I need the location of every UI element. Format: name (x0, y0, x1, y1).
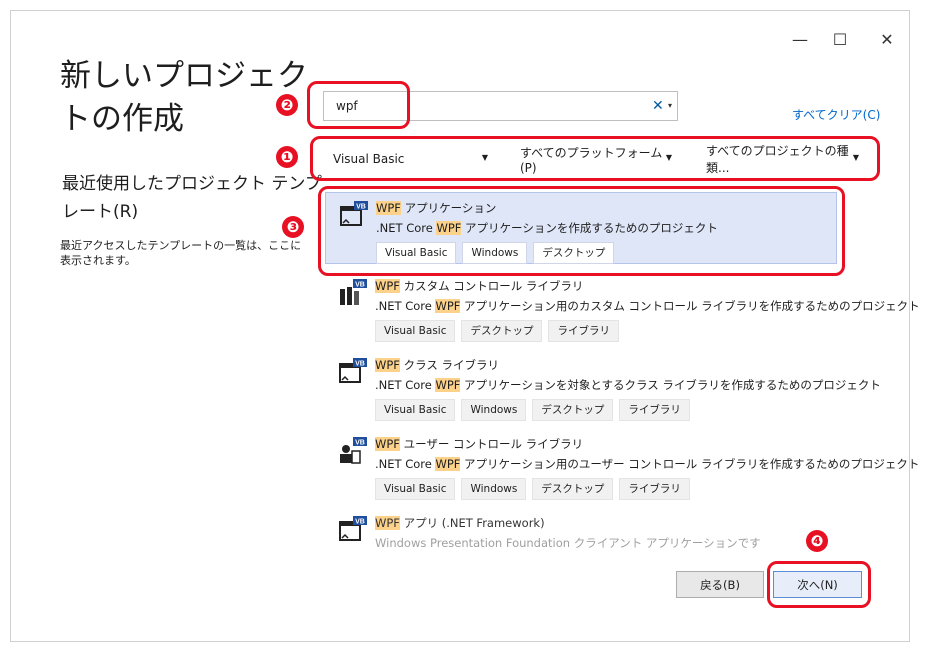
annotation-box-filters (310, 136, 880, 181)
annotation-box-search (307, 81, 410, 129)
template-description: .NET Core WPF アプリケーション用のカスタム コントロール ライブラ… (375, 299, 920, 313)
search-history-chevron-icon[interactable]: ▾ (668, 101, 672, 110)
template-tags: Visual Basic Windows デスクトップ ライブラリ (375, 478, 690, 500)
close-icon[interactable]: ✕ (873, 25, 901, 53)
wpf-vb-class-library-icon: VB (339, 358, 367, 383)
template-description: .NET Core WPF アプリケーションを対象とするクラス ライブラリを作成… (375, 378, 881, 392)
recent-templates-title: 最近使用したプロジェクト テンプレート(R) (62, 174, 322, 222)
clear-search-icon[interactable]: ✕ (652, 98, 664, 114)
annotation-badge-1: ❶ (276, 146, 298, 168)
tag: Windows (461, 399, 527, 421)
annotation-badge-2: ❷ (276, 94, 298, 116)
wpf-vb-app-icon: VB (339, 516, 367, 541)
tag: デスクトップ (461, 320, 543, 342)
template-item-wpf-app-netframework[interactable]: VB WPF アプリ (.NET Framework) Windows Pres… (325, 508, 837, 552)
tag: Visual Basic (375, 399, 456, 421)
tag: ライブラリ (548, 320, 619, 342)
template-name: WPF カスタム コントロール ライブラリ (375, 279, 584, 293)
template-tags: Visual Basic デスクトップ ライブラリ (375, 320, 619, 342)
template-name: WPF ユーザー コントロール ライブラリ (375, 437, 584, 451)
template-name: WPF アプリ (.NET Framework) (375, 516, 545, 530)
annotation-box-next (767, 561, 871, 608)
tag: デスクトップ (532, 478, 614, 500)
template-description: Windows Presentation Foundation クライアント ア… (375, 536, 761, 550)
annotation-box-selected-template (318, 186, 845, 276)
tag: Visual Basic (375, 478, 456, 500)
svg-text:VB: VB (355, 519, 365, 526)
svg-text:VB: VB (355, 282, 365, 289)
tag: デスクトップ (532, 399, 614, 421)
template-name: WPF クラス ライブラリ (375, 358, 500, 372)
clear-all-link[interactable]: すべてクリア(C) (792, 106, 880, 123)
annotation-badge-3: ❸ (282, 216, 304, 238)
wpf-vb-user-control-icon: VB (340, 437, 367, 464)
maximize-icon[interactable]: ☐ (826, 25, 854, 53)
template-item-wpf-user-control-library[interactable]: VB WPF ユーザー コントロール ライブラリ .NET Core WPF ア… (325, 429, 919, 501)
template-description: .NET Core WPF アプリケーション用のユーザー コントロール ライブラ… (375, 457, 920, 471)
back-button[interactable]: 戻る(B) (676, 571, 764, 598)
tag: Windows (461, 478, 527, 500)
annotation-badge-4: ❹ (806, 530, 828, 552)
template-tags: Visual Basic Windows デスクトップ ライブラリ (375, 399, 690, 421)
tag: ライブラリ (619, 478, 690, 500)
template-item-wpf-custom-control-library[interactable]: VB WPF カスタム コントロール ライブラリ .NET Core WPF ア… (325, 271, 920, 343)
template-item-wpf-class-library[interactable]: VB WPF クラス ライブラリ .NET Core WPF アプリケーションを… (325, 350, 881, 422)
svg-text:VB: VB (355, 361, 365, 368)
minimize-icon[interactable]: — (786, 25, 814, 53)
recent-templates-description: 最近アクセスしたテンプレートの一覧は、ここに表示されます。 (60, 239, 302, 267)
svg-text:VB: VB (355, 440, 365, 447)
tag: ライブラリ (619, 399, 690, 421)
tag: Visual Basic (375, 320, 456, 342)
wpf-vb-library-icon: VB (340, 279, 367, 305)
